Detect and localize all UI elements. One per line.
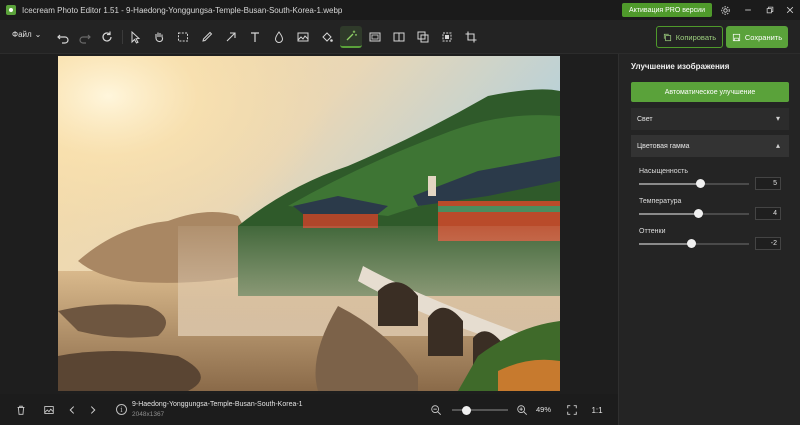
gallery-icon[interactable] <box>40 401 58 419</box>
pencil-icon[interactable] <box>196 26 218 48</box>
file-menu-label: Файл <box>12 30 32 39</box>
slider-handle[interactable] <box>694 209 704 218</box>
chevron-up-icon: ▴ <box>775 141 780 150</box>
actual-size-button[interactable]: 1:1 <box>588 402 606 418</box>
zoom-level: 49% <box>536 405 552 414</box>
next-icon[interactable] <box>84 401 102 419</box>
section-light-label: Свет <box>637 115 653 123</box>
section-color-gamut[interactable]: Цветовая гамма ▴ <box>631 135 789 157</box>
delete-icon[interactable] <box>12 401 30 419</box>
title-bar: Icecream Photo Editor 1.51 - 9-Haedong-Y… <box>0 0 800 20</box>
zoom-slider-handle[interactable] <box>462 405 471 415</box>
section-color-label: Цветовая гамма <box>637 142 690 150</box>
image-dimensions: 2048x1367 <box>132 411 165 418</box>
copy-button[interactable]: Копировать <box>656 26 723 48</box>
window-title: Icecream Photo Editor 1.51 - 9-Haedong-Y… <box>22 5 343 15</box>
save-button[interactable]: Сохранить <box>726 26 788 48</box>
zoom-out-icon[interactable] <box>427 401 445 419</box>
slider-fill <box>639 183 700 185</box>
toolbar-divider <box>122 30 123 44</box>
layers-icon[interactable] <box>412 26 434 48</box>
transform-icon[interactable] <box>436 26 458 48</box>
drop-icon[interactable] <box>268 26 290 48</box>
info-icon[interactable]: i <box>116 404 127 415</box>
hand-icon[interactable] <box>148 26 170 48</box>
minimize-icon[interactable] <box>741 3 755 17</box>
tint-slider[interactable]: Оттенки -2 <box>639 228 789 256</box>
panel-title: Улучшение изображения <box>631 62 730 71</box>
main-toolbar: Файл ⌄ Копировать Сохранить <box>0 20 800 54</box>
canvas-area[interactable] <box>0 54 618 394</box>
crop-icon[interactable] <box>460 26 482 48</box>
slider-value-input[interactable]: -2 <box>755 237 781 250</box>
chevron-down-icon: ⌄ <box>34 30 42 39</box>
selection-icon[interactable] <box>172 26 194 48</box>
slider-track[interactable] <box>639 179 749 188</box>
status-bar: i 9-Haedong-Yonggungsa-Temple-Busan-Sout… <box>0 394 618 425</box>
zoom-slider[interactable] <box>452 405 508 415</box>
temperature-slider[interactable]: Температура 4 <box>639 198 789 226</box>
slider-track[interactable] <box>639 209 749 218</box>
slider-fill <box>639 243 691 245</box>
file-menu[interactable]: Файл ⌄ <box>12 30 41 39</box>
slider-label: Температура <box>639 198 682 205</box>
copy-icon <box>663 33 671 41</box>
image-icon[interactable] <box>292 26 314 48</box>
redo-icon[interactable] <box>74 26 96 48</box>
auto-enhance-button[interactable]: Автоматическое улучшение <box>631 82 789 102</box>
undo-icon[interactable] <box>52 26 74 48</box>
copy-button-label: Копировать <box>675 32 717 42</box>
file-name: 9-Haedong-Yonggungsa-Temple-Busan-South-… <box>132 401 303 408</box>
slider-label: Насыщенность <box>639 168 689 175</box>
section-light[interactable]: Свет ▾ <box>631 108 789 130</box>
slider-value-input[interactable]: 5 <box>755 177 781 190</box>
arrow-icon[interactable] <box>220 26 242 48</box>
frame-icon[interactable] <box>364 26 386 48</box>
settings-gear-icon[interactable] <box>718 3 732 17</box>
adjustments-panel: Улучшение изображения Автоматическое улу… <box>618 54 800 425</box>
slider-label: Оттенки <box>639 228 666 235</box>
slider-track[interactable] <box>639 239 749 248</box>
close-icon[interactable] <box>783 3 797 17</box>
slider-handle[interactable] <box>695 179 705 188</box>
saturation-slider[interactable]: Насыщенность 5 <box>639 168 789 196</box>
slider-fill <box>639 213 699 215</box>
restore-icon[interactable] <box>763 3 777 17</box>
slider-value-input[interactable]: 4 <box>755 207 781 220</box>
text-tool-icon[interactable] <box>244 26 266 48</box>
compare-icon[interactable] <box>388 26 410 48</box>
previous-icon[interactable] <box>63 401 81 419</box>
photo-preview[interactable] <box>58 56 560 391</box>
app-logo-icon <box>6 5 16 15</box>
zoom-in-icon[interactable] <box>513 401 531 419</box>
magic-wand-icon[interactable] <box>340 26 362 48</box>
save-icon <box>732 33 740 41</box>
reset-icon[interactable] <box>96 26 118 48</box>
fill-bucket-icon[interactable] <box>316 26 338 48</box>
fit-to-screen-icon[interactable] <box>563 401 581 419</box>
chevron-down-icon: ▾ <box>775 114 780 123</box>
pro-activation-button[interactable]: Активация PRO версии <box>622 3 712 17</box>
slider-handle[interactable] <box>686 239 696 248</box>
pointer-icon[interactable] <box>124 26 146 48</box>
save-button-label: Сохранить <box>744 32 783 42</box>
